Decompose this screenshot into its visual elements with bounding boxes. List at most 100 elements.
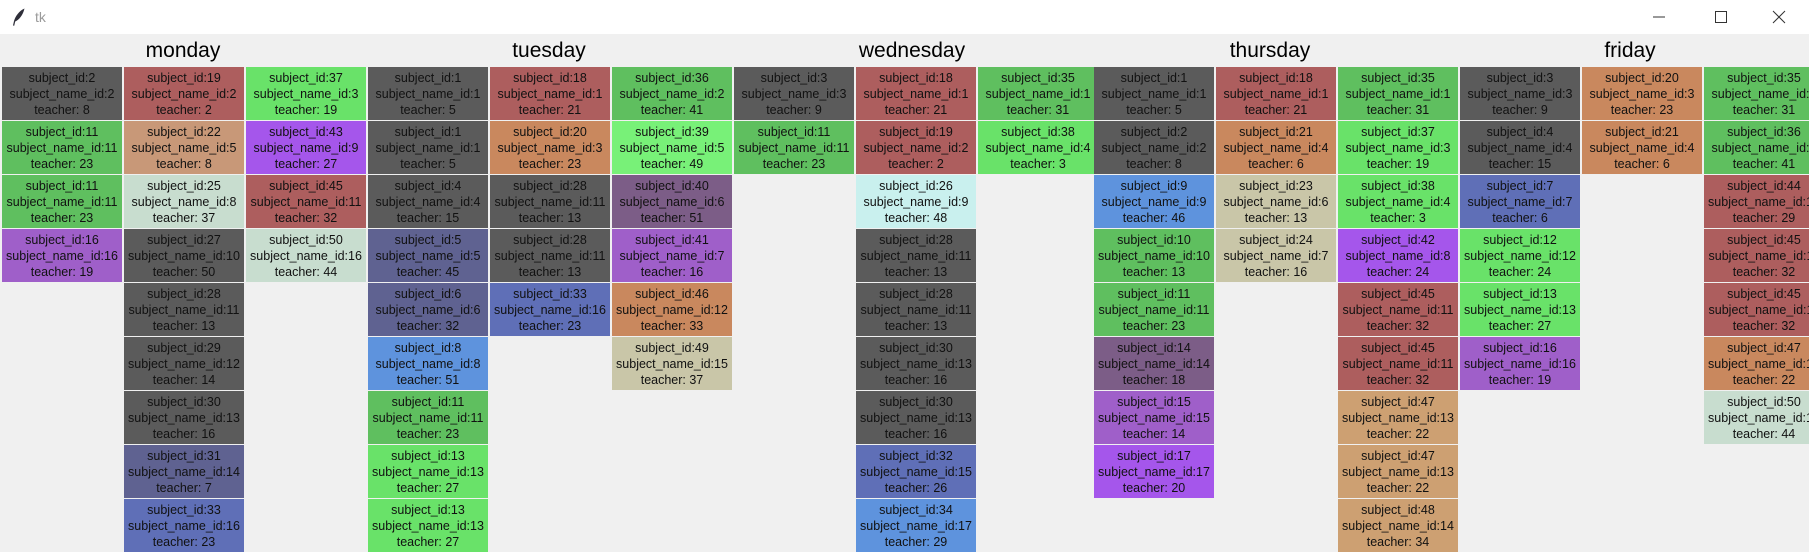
teacher-text: teacher: 5	[400, 157, 456, 171]
subject-id-text: subject_id:28	[513, 179, 587, 193]
lesson-block: subject_id:21 subject_name_id:4 teacher: 6	[1216, 121, 1336, 174]
subject-name-id-text: subject_name_id:2	[619, 87, 725, 101]
lesson-block: subject_id:4 subject_name_id:4 teacher: 15	[1460, 121, 1580, 174]
subject-name-id-text: subject_name_id:3	[1467, 87, 1573, 101]
subject-name-id-text: subject_name_id:7	[1223, 249, 1329, 263]
subject-name-id-text: subject_name_id:1	[1345, 87, 1451, 101]
teacher-text: teacher: 24	[1366, 265, 1430, 279]
subject-id-text: subject_id:34	[879, 503, 953, 517]
lesson-block: subject_id:1 subject_name_id:1 teacher: 5	[368, 121, 488, 174]
teacher-text: teacher: 48	[884, 211, 948, 225]
teacher-text: teacher: 22	[1366, 481, 1430, 495]
subject-id-text: subject_id:4	[1486, 125, 1554, 139]
subject-id-text: subject_id:47	[1361, 395, 1435, 409]
lesson-block: subject_id:37 subject_name_id:3 teacher: 1…	[246, 67, 366, 120]
lesson-block: subject_id:36 subject_name_id:2 teacher: 4…	[1704, 121, 1809, 174]
subject-name-id-text: subject_name_id:1	[375, 87, 481, 101]
lesson-block: subject_id:39 subject_name_id:5 teacher: 4…	[612, 121, 732, 174]
lesson-block: subject_id:43 subject_name_id:9 teacher: 2…	[246, 121, 366, 174]
teacher-text: teacher: 29	[1732, 211, 1796, 225]
teacher-text: teacher: 21	[518, 103, 582, 117]
subject-name-id-text: subject_name_id:4	[1223, 141, 1329, 155]
lesson-block: subject_id:26 subject_name_id:9 teacher: 4…	[856, 175, 976, 228]
subject-id-text: subject_id:18	[879, 71, 953, 85]
teacher-text: teacher: 27	[274, 157, 338, 171]
subject-id-text: subject_id:38	[1001, 125, 1075, 139]
lesson-block: subject_id:19 subject_name_id:2 teacher: 2	[856, 121, 976, 174]
teacher-text: teacher: 45	[396, 265, 460, 279]
subject-id-text: subject_id:14	[1117, 341, 1191, 355]
lesson-block: subject_id:13 subject_name_id:13 teacher: …	[1460, 283, 1580, 336]
close-button[interactable]	[1756, 0, 1802, 34]
lesson-block: subject_id:23 subject_name_id:6 teacher: 1…	[1216, 175, 1336, 228]
lesson-block: subject_id:28 subject_name_id:11 teacher: …	[490, 229, 610, 282]
subject-id-text: subject_id:35	[1361, 71, 1435, 85]
subject-id-text: subject_id:24	[1239, 233, 1313, 247]
lesson-block: subject_id:11 subject_name_id:11 teacher: …	[1094, 283, 1214, 336]
window-title: tk	[35, 9, 46, 25]
subject-name-id-text: subject_name_id:1	[375, 141, 481, 155]
subject-id-text: subject_id:11	[391, 395, 465, 409]
lesson-block: subject_id:30 subject_name_id:13 teacher: …	[856, 337, 976, 390]
teacher-text: teacher: 31	[1366, 103, 1430, 117]
subject-id-text: subject_id:11	[757, 125, 831, 139]
subject-id-text: subject_id:33	[147, 503, 221, 517]
lesson-block: subject_id:28 subject_name_id:11 teacher: …	[490, 175, 610, 228]
day-header-thursday: thursday	[1229, 39, 1311, 62]
subject-name-id-text: subject_name_id:8	[375, 357, 481, 371]
subject-id-text: subject_id:28	[147, 287, 221, 301]
lesson-block: subject_id:5 subject_name_id:5 teacher: 45	[368, 229, 488, 282]
subject-id-text: subject_id:18	[513, 71, 587, 85]
teacher-text: teacher: 15	[1488, 157, 1552, 171]
maximize-button[interactable]	[1698, 0, 1744, 34]
subject-id-text: subject_id:30	[879, 341, 953, 355]
lesson-block: subject_id:30 subject_name_id:13 teacher: …	[856, 391, 976, 444]
lesson-block: subject_id:4 subject_name_id:4 teacher: 15	[368, 175, 488, 228]
subject-name-id-text: subject_name_id:8	[1345, 249, 1451, 263]
subject-name-id-text: subject_name_id:11	[128, 303, 240, 317]
day-header-friday: friday	[1604, 39, 1656, 62]
lesson-block: subject_id:16 subject_name_id:16 teacher: …	[1460, 337, 1580, 390]
subject-id-text: subject_id:28	[879, 233, 953, 247]
subject-id-text: subject_id:27	[147, 233, 221, 247]
subject-name-id-text: subject_name_id:12	[616, 303, 728, 317]
lesson-block: subject_id:38 subject_name_id:4 teacher: 3	[978, 121, 1098, 174]
teacher-text: teacher: 50	[152, 265, 216, 279]
subject-name-id-text: subject_name_id:5	[375, 249, 481, 263]
subject-id-text: subject_id:36	[1727, 125, 1801, 139]
teacher-text: teacher: 13	[518, 265, 582, 279]
teacher-text: teacher: 19	[1488, 373, 1552, 387]
teacher-text: teacher: 6	[1492, 211, 1548, 225]
day-header-tuesday: tuesday	[512, 39, 586, 62]
subject-name-id-text: subject_name_id:17	[860, 519, 972, 533]
lesson-block: subject_id:45 subject_name_id:11 teacher: …	[1338, 283, 1458, 336]
subject-name-id-text: subject_name_id:16	[250, 249, 362, 263]
minimize-button[interactable]	[1636, 0, 1682, 34]
subject-id-text: subject_id:31	[147, 449, 221, 463]
teacher-text: teacher: 23	[518, 319, 582, 333]
subject-id-text: subject_id:46	[635, 287, 709, 301]
teacher-text: teacher: 37	[152, 211, 216, 225]
subject-name-id-text: subject_name_id:8	[131, 195, 237, 209]
teacher-text: teacher: 22	[1366, 427, 1430, 441]
subject-id-text: subject_id:16	[25, 233, 99, 247]
teacher-text: teacher: 23	[30, 157, 94, 171]
lesson-block: subject_id:27 subject_name_id:10 teacher: …	[124, 229, 244, 282]
subject-name-id-text: subject_name_id:2	[9, 87, 115, 101]
subject-id-text: subject_id:30	[147, 395, 221, 409]
teacher-text: teacher: 13	[884, 319, 948, 333]
lesson-block: subject_id:45 subject_name_id:11 teacher: …	[246, 175, 366, 228]
subject-name-id-text: subject_name_id:4	[1467, 141, 1573, 155]
subject-name-id-text: subject_name_id:17	[1098, 465, 1210, 479]
teacher-text: teacher: 32	[1366, 319, 1430, 333]
subject-name-id-text: subject_name_id:11	[1708, 249, 1809, 263]
subject-id-text: subject_id:17	[1117, 449, 1191, 463]
lesson-block: subject_id:8 subject_name_id:8 teacher: 51	[368, 337, 488, 390]
lesson-block: subject_id:21 subject_name_id:4 teacher: 6	[1582, 121, 1702, 174]
subject-id-text: subject_id:5	[394, 233, 462, 247]
teacher-text: teacher: 32	[274, 211, 338, 225]
subject-id-text: subject_id:6	[394, 287, 462, 301]
subject-id-text: subject_id:40	[635, 179, 709, 193]
lesson-block: subject_id:6 subject_name_id:6 teacher: 32	[368, 283, 488, 336]
lesson-block: subject_id:35 subject_name_id:1 teacher: 3…	[1338, 67, 1458, 120]
